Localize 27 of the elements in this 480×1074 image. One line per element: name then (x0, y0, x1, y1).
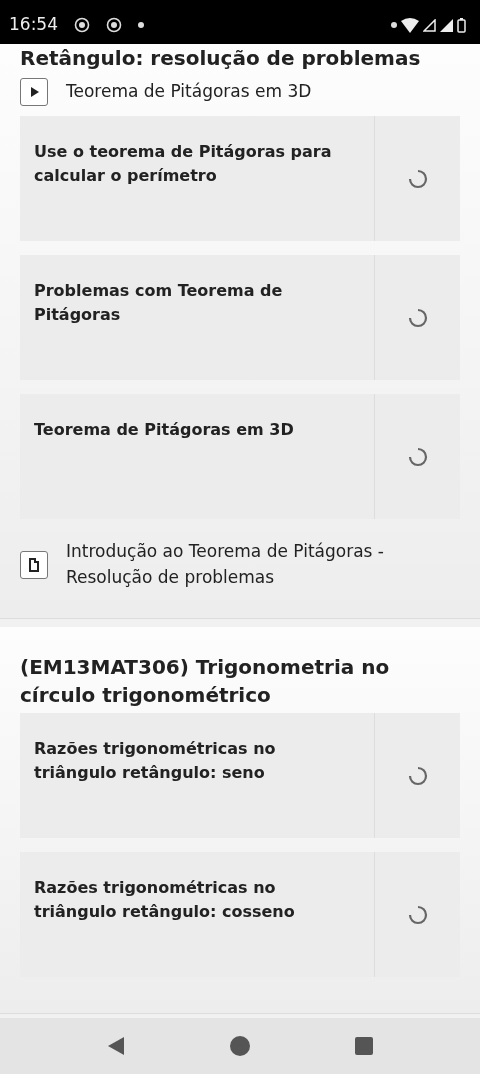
play-icon[interactable] (20, 78, 48, 106)
loading-spinner-icon (407, 765, 428, 786)
activity-card[interactable]: Razões trigonométricas no triângulo retângulo: cosseno (20, 852, 460, 977)
section-heading: (EM13MAT306) Trigonometria no círculo trigonométrico (20, 654, 391, 709)
wifi-icon (401, 17, 419, 33)
activity-card[interactable]: Teorema de Pitágoras em 3D (20, 394, 460, 519)
home-icon[interactable] (230, 1036, 250, 1056)
loading-spinner-icon (407, 904, 428, 925)
record-icon (74, 17, 90, 33)
document-icon[interactable] (20, 550, 48, 579)
dot-icon (138, 22, 144, 28)
activity-card[interactable]: Use o teorema de Pitágoras para calcular o perímetro (20, 116, 460, 241)
resource-link[interactable]: Introdução ao Teorema de Pitágoras - Resolução de problemas (66, 539, 460, 590)
activity-card[interactable]: Problemas com Teorema de Pitágoras (20, 255, 460, 380)
dot-icon (391, 22, 397, 28)
battery-icon (457, 17, 466, 33)
loading-spinner-icon (407, 307, 428, 328)
signal-icon (423, 18, 436, 32)
activity-card[interactable]: Razões trigonométricas no triângulo retângulo: seno (20, 713, 460, 838)
back-icon[interactable] (107, 1036, 125, 1056)
clock: 16:54 (9, 13, 58, 37)
signal-icon (440, 18, 453, 32)
loading-spinner-icon (407, 168, 428, 189)
resource-link[interactable]: Teorema de Pitágoras em 3D (66, 79, 312, 105)
section-heading: Retângulo: resolução de problemas (20, 45, 422, 72)
loading-spinner-icon (407, 446, 428, 467)
record-icon (106, 17, 122, 33)
